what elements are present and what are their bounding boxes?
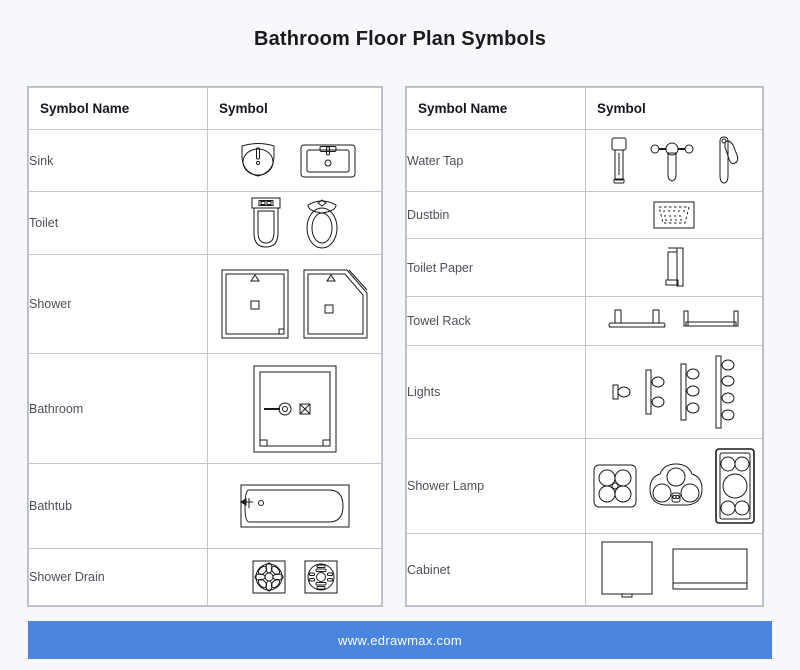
table-row[interactable]: Shower Lamp (406, 438, 763, 534)
symbol-name-sink: Sink (28, 129, 208, 192)
lamp-square4-icon (592, 463, 638, 509)
dustbin-icon (652, 198, 696, 232)
toilet-paper-icon (660, 244, 688, 292)
table-row[interactable]: Towel Rack (406, 296, 763, 346)
symbol-cell-dustbin (585, 191, 763, 239)
drain-flower-icon (251, 558, 287, 596)
symbol-cell-shower-drain (207, 548, 382, 606)
page-root: Bathroom Floor Plan Symbols Symbol Name … (0, 0, 800, 670)
symbol-name-toilet-paper: Toilet Paper (406, 238, 586, 297)
tap-cross-icon (649, 135, 695, 187)
symbol-name-shower-lamp: Shower Lamp (406, 438, 586, 534)
sink-oval-icon (232, 138, 284, 184)
bathroom-room-icon (250, 362, 340, 456)
symbol-cell-shower-lamp (585, 438, 763, 534)
symbol-cell-lights (585, 345, 763, 439)
header-symbol-name: Symbol Name (28, 87, 208, 130)
table-row[interactable]: Bathroom (28, 353, 382, 464)
symbol-name-shower-drain: Shower Drain (28, 548, 208, 606)
shower-square-icon (219, 265, 291, 343)
symbol-cell-sink (207, 129, 382, 192)
cabinet-wide-icon (670, 539, 750, 601)
symbol-cell-cabinet (585, 533, 763, 606)
lamp-cluster-icon (648, 461, 704, 511)
towel-rack-shelf-icon (606, 306, 668, 336)
table-row[interactable]: Toilet Paper (406, 238, 763, 297)
table-row[interactable]: Cabinet (406, 533, 763, 606)
symbol-name-bathroom: Bathroom (28, 353, 208, 464)
footer-bar: www.edrawmax.com (28, 621, 772, 659)
header-symbol: Symbol (585, 87, 763, 130)
tap-single-icon (607, 135, 631, 187)
table-row[interactable]: Sink (28, 129, 382, 192)
footer-url[interactable]: www.edrawmax.com (338, 633, 462, 648)
toilet-oval-icon (300, 195, 344, 251)
symbol-name-shower: Shower (28, 254, 208, 354)
symbol-name-cabinet: Cabinet (406, 533, 586, 606)
table-row[interactable]: Water Tap (406, 129, 763, 192)
header-symbol-name: Symbol Name (406, 87, 586, 130)
symbol-cell-bathtub (207, 463, 382, 549)
symbols-table-left: Symbol Name Symbol Sink Toilet Shower Ba… (27, 86, 383, 607)
table-row[interactable]: Toilet (28, 191, 382, 255)
lamp-tall-icon (714, 447, 756, 525)
symbol-name-bathtub: Bathtub (28, 463, 208, 549)
drain-slot-icon (303, 558, 339, 596)
symbol-name-towel-rack: Towel Rack (406, 296, 586, 346)
symbol-cell-towel-rack (585, 296, 763, 346)
header-symbol: Symbol (207, 87, 382, 130)
symbol-cell-toilet (207, 191, 382, 255)
symbol-cell-shower (207, 254, 382, 354)
bathtub-icon (237, 478, 353, 534)
symbol-name-lights: Lights (406, 345, 586, 439)
symbol-name-dustbin: Dustbin (406, 191, 586, 239)
light-1-icon (610, 377, 634, 407)
symbol-cell-water-tap (585, 129, 763, 192)
light-2-icon (643, 366, 669, 418)
sink-rect-icon (298, 138, 358, 184)
symbol-cell-toilet-paper (585, 238, 763, 297)
page-title: Bathroom Floor Plan Symbols (253, 28, 547, 50)
toilet-square-icon (246, 195, 286, 251)
table-row[interactable]: Dustbin (406, 191, 763, 239)
table-row[interactable]: Shower Drain (28, 548, 382, 606)
table-header-row: Symbol Name Symbol (28, 87, 382, 130)
symbols-table-right: Symbol Name Symbol Water Tap Dustbin Toi… (405, 86, 764, 607)
towel-rack-bar-icon (680, 306, 742, 336)
shower-corner-icon (301, 265, 371, 343)
table-row[interactable]: Lights (406, 345, 763, 439)
table-row[interactable]: Bathtub (28, 463, 382, 549)
symbol-name-toilet: Toilet (28, 191, 208, 255)
tap-lever-icon (713, 135, 741, 187)
table-row[interactable]: Shower (28, 254, 382, 354)
light-3-icon (678, 361, 704, 423)
symbol-name-water-tap: Water Tap (406, 129, 586, 192)
symbol-cell-bathroom (207, 353, 382, 464)
cabinet-tall-icon (598, 539, 656, 601)
light-4-icon (713, 353, 739, 431)
table-header-row: Symbol Name Symbol (406, 87, 763, 130)
